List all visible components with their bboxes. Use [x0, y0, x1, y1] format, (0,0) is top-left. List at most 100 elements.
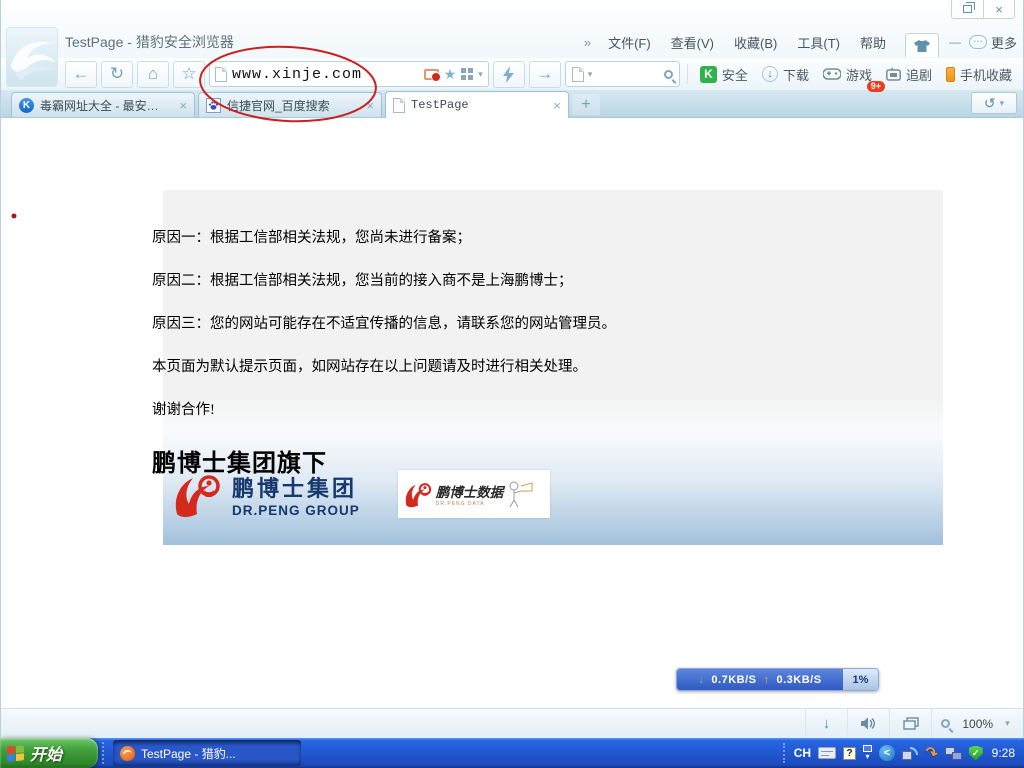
zoom-icon — [941, 719, 950, 728]
address-bar[interactable]: www.xinje.com ★ ▾ — [209, 61, 489, 87]
window-top-strip: × — [1, 0, 1023, 26]
drpeng-data-cn: 鹏博士数据 — [436, 481, 504, 501]
download-icon: ↓ — [823, 715, 831, 732]
security-shield-icon[interactable]: ✓ — [969, 746, 983, 761]
tab-dubai-sites[interactable]: K 毒霸网址大全 - 最安… × — [11, 92, 195, 117]
desktop: × TestPage - 猎豹安全浏览器 » 文件(F) 查看(V) 收藏(B)… — [0, 0, 1024, 768]
reopen-closed-tab-button[interactable]: ↺ ▾ — [971, 92, 1017, 114]
back-button[interactable]: ← — [65, 61, 97, 88]
collapse-menu-icon[interactable]: » — [584, 35, 591, 50]
task-button-browser[interactable]: TestPage - 猎豹... — [113, 740, 301, 766]
download-speed: 0.7KB/S — [711, 674, 756, 686]
window-title: TestPage - 猎豹安全浏览器 — [65, 32, 234, 52]
restore-button[interactable] — [951, 0, 983, 19]
refresh-icon: ↻ — [110, 64, 124, 84]
drpeng-mark-icon — [171, 470, 223, 518]
upload-arrow-icon: ↑ — [764, 674, 770, 686]
security-button[interactable]: K 安全 — [695, 65, 753, 84]
home-icon: ⌂ — [148, 64, 158, 84]
menu-view[interactable]: 查看(V) — [662, 30, 723, 55]
tab-close-icon[interactable]: × — [366, 99, 374, 112]
wireless-network-icon[interactable] — [902, 747, 918, 760]
more-button[interactable]: … 更多 — [969, 33, 1017, 52]
ime-help-icon[interactable]: ? — [843, 747, 856, 760]
search-box[interactable]: ▾ — [565, 61, 680, 87]
tray-clock[interactable]: 9:28 — [992, 746, 1015, 760]
menu-bar: » 文件(F) 查看(V) 收藏(B) 工具(T) 帮助 — … 更多 — [584, 27, 1017, 57]
tray-expand-icon[interactable]: < — [879, 745, 895, 761]
browser-status-bar: ↓ 100% ▾ — [1, 708, 1023, 738]
minimize-button[interactable]: — — [943, 35, 967, 49]
keyboard-icon[interactable] — [818, 747, 836, 759]
chevron-down-icon[interactable]: ▾ — [478, 69, 483, 80]
ime-indicator[interactable]: CH — [794, 746, 811, 760]
download-button[interactable]: ↓ 下载 — [757, 65, 814, 84]
qr-code-icon[interactable] — [461, 68, 473, 80]
tab-close-icon[interactable]: × — [553, 99, 561, 112]
skin-button[interactable] — [905, 33, 939, 57]
speed-widget[interactable]: ↓ 0.7KB/S ↑ 0.3KB/S 1% — [676, 668, 879, 691]
browser-window: × TestPage - 猎豹安全浏览器 » 文件(F) 查看(V) 收藏(B)… — [0, 0, 1024, 738]
window-glyph-icon — [863, 745, 872, 752]
toolbar-divider — [687, 64, 688, 84]
back-icon: ← — [73, 64, 90, 84]
search-icon[interactable] — [664, 70, 673, 79]
new-tab-button[interactable]: + — [572, 94, 600, 115]
start-button[interactable]: 开始 — [0, 738, 98, 768]
refresh-button[interactable]: ↻ — [101, 61, 133, 88]
forward-button[interactable]: → — [529, 61, 561, 88]
lightning-icon — [503, 66, 514, 83]
forward-icon: → — [536, 64, 553, 84]
drpeng-data-logo: 鹏博士数据 DR.PENG DATA — [398, 470, 550, 518]
add-favorite-icon[interactable]: ★ — [444, 67, 457, 81]
speaker-icon — [861, 717, 877, 730]
tab-title: TestPage — [411, 98, 547, 112]
default-page-line: 本页面为默认提示页面，如网站存在以上问题请及时进行相关处理。 — [152, 355, 923, 376]
reason-line-1: 原因一：根据工信部相关法规，您尚未进行备案； — [152, 226, 923, 247]
local-network-icon[interactable] — [945, 747, 962, 760]
restore-icon — [963, 5, 972, 13]
tab-close-icon[interactable]: × — [179, 99, 187, 112]
favorites-button[interactable]: ☆ — [173, 61, 205, 88]
cascade-windows-icon — [903, 717, 919, 730]
menu-help[interactable]: 帮助 — [851, 30, 895, 55]
tab-baidu-search[interactable]: 信捷官网_百度搜索 × — [198, 92, 382, 117]
more-label: 更多 — [991, 33, 1017, 52]
speed-percent: 1% — [843, 669, 878, 690]
statusbar-windows-button[interactable] — [889, 709, 931, 738]
tray-app-icon[interactable]: ↷ — [922, 742, 940, 763]
drpeng-group-text: 鹏博士集团 DR.PENG GROUP — [232, 471, 360, 518]
mobile-fav-button[interactable]: 手机收藏 — [941, 65, 1017, 84]
drama-button[interactable]: 追剧 — [881, 65, 937, 84]
menu-tools[interactable]: 工具(T) — [788, 30, 849, 55]
url-text[interactable]: www.xinje.com — [232, 66, 419, 83]
reason-line-2: 原因二：根据工信部相关法规，您当前的接入商不是上海鹏博士； — [152, 269, 923, 290]
hide-icons-button[interactable]: ▾ — [863, 745, 872, 761]
speed-readout: ↓ 0.7KB/S ↑ 0.3KB/S — [677, 669, 843, 690]
tab-title: 信捷官网_百度搜索 — [227, 97, 360, 114]
statusbar-mute-button[interactable] — [847, 709, 889, 738]
tab-testpage-active[interactable]: TestPage × — [385, 91, 569, 118]
taskbar: 开始 TestPage - 猎豹... CH ? ▾ < ↷ ✓ 9:28 — [0, 738, 1024, 768]
plus-icon: + — [581, 96, 590, 114]
chevron-down-icon: ▾ — [866, 753, 870, 761]
menu-file[interactable]: 文件(F) — [599, 30, 660, 55]
search-engine-caret-icon[interactable]: ▾ — [588, 69, 593, 80]
drama-label: 追剧 — [906, 65, 932, 84]
menu-favorites[interactable]: 收藏(B) — [725, 30, 786, 55]
system-tray: CH ? ▾ < ↷ ✓ 9:28 — [771, 738, 1024, 768]
close-icon: × — [995, 2, 1003, 17]
download-label: 下载 — [783, 65, 809, 84]
statusbar-download-button[interactable]: ↓ — [805, 709, 847, 738]
adblock-icon[interactable] — [424, 69, 439, 80]
statusbar-zoom-control[interactable]: 100% ▾ — [931, 709, 1019, 738]
games-button[interactable]: 游戏 9+ — [818, 65, 877, 84]
logos-row: 鹏博士集团 DR.PENG GROUP 鹏博士数据 — [171, 470, 550, 518]
drpeng-group-en: DR.PENG GROUP — [232, 503, 360, 518]
home-button[interactable]: ⌂ — [137, 61, 169, 88]
tv-icon — [886, 68, 901, 81]
ksafe-icon: K — [700, 66, 717, 83]
lightning-button[interactable] — [493, 61, 525, 88]
close-button[interactable]: × — [983, 0, 1015, 19]
browser-logo[interactable] — [6, 27, 58, 87]
